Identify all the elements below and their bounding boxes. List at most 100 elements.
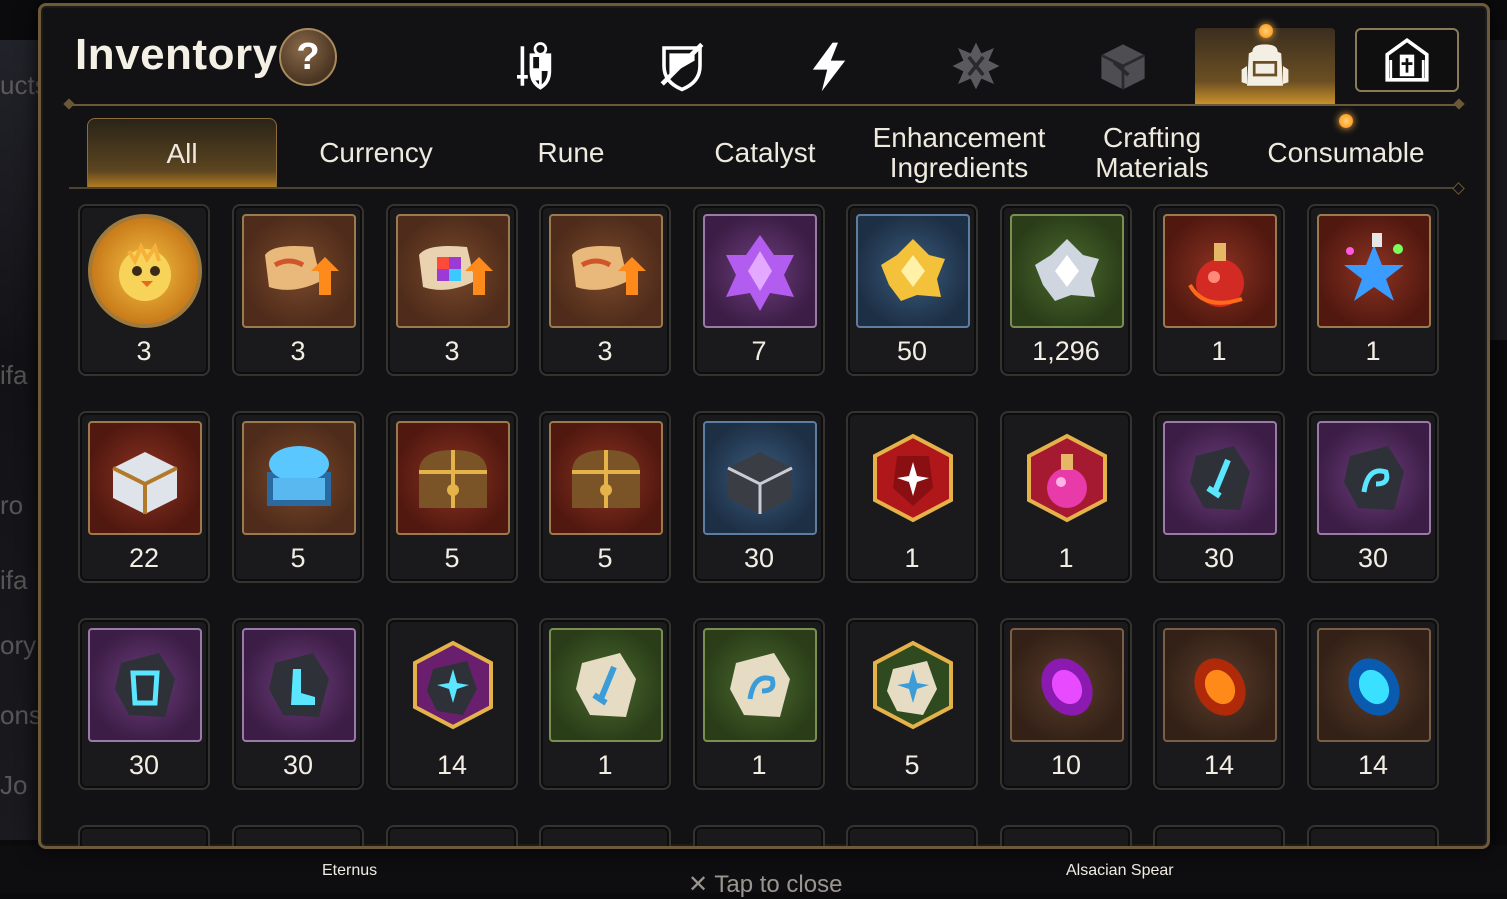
subtab-enhancement-ingredients[interactable]: Enhancement Ingredients (863, 118, 1055, 188)
inventory-slot[interactable]: 3 (78, 204, 210, 376)
inventory-slot[interactable]: 14 (386, 618, 518, 790)
item-count: 30 (743, 543, 775, 573)
castle-icon (1385, 37, 1429, 82)
blue-chest-icon (242, 421, 356, 535)
lightning-icon (812, 42, 846, 92)
background-right-edge (1487, 40, 1507, 340)
silver-crystal-icon (1010, 214, 1124, 328)
item-count: 10 (1050, 750, 1082, 780)
gold-chest-icon (396, 421, 510, 535)
inventory-slot[interactable]: 22 (78, 411, 210, 583)
inventory-slot-partial[interactable] (846, 825, 978, 846)
item-count: 14 (1203, 750, 1235, 780)
stone-sword-rune-icon (549, 628, 663, 742)
tab-divider (69, 104, 1459, 106)
subtab-crafting-materials[interactable]: Crafting Materials (1057, 118, 1247, 188)
help-button[interactable]: ? (279, 28, 337, 86)
inventory-slot[interactable]: 14 (1153, 618, 1285, 790)
scroll-upgrade-icon (549, 214, 663, 328)
item-count: 3 (290, 336, 306, 366)
tab-inventory[interactable] (1195, 28, 1335, 104)
inventory-slot-partial[interactable] (539, 825, 671, 846)
inventory-slot[interactable]: 10 (1000, 618, 1132, 790)
item-count: 5 (290, 543, 306, 573)
inventory-slot-partial[interactable] (1307, 825, 1439, 846)
purple-gem-icon (1010, 628, 1124, 742)
inventory-slot-partial[interactable] (386, 825, 518, 846)
item-count: 22 (128, 543, 160, 573)
item-count: 50 (896, 336, 928, 366)
spiral-rune-icon (1317, 421, 1431, 535)
tab-specialty[interactable] (906, 28, 1046, 104)
inventory-slot-partial[interactable] (1000, 825, 1132, 846)
subtab-all[interactable]: All (87, 118, 277, 188)
inventory-slot[interactable]: 7 (693, 204, 825, 376)
inventory-slot-partial[interactable] (693, 825, 825, 846)
item-count: 30 (1357, 543, 1389, 573)
red-rune-hex-icon (856, 421, 970, 535)
inventory-slot[interactable]: 30 (78, 618, 210, 790)
tap-to-close-hint[interactable]: ✕ Tap to close (688, 870, 842, 899)
chick-medal-icon (88, 214, 202, 328)
item-count: 1 (1365, 336, 1381, 366)
inventory-slot[interactable]: 50 (846, 204, 978, 376)
inventory-slot[interactable]: 3 (539, 204, 671, 376)
inventory-slot-partial[interactable] (1153, 825, 1285, 846)
subtab-consumable[interactable]: Consumable (1251, 118, 1441, 188)
rainbow-scroll-upgrade-icon (396, 214, 510, 328)
inventory-slot[interactable]: 30 (693, 411, 825, 583)
purple-crystal-icon (703, 214, 817, 328)
inventory-slot[interactable]: 5 (846, 618, 978, 790)
inventory-panel: Inventory ? All Currency Rune Catalyst E… (38, 3, 1490, 849)
subtab-currency[interactable]: Currency (281, 118, 471, 188)
inventory-slot[interactable]: 1 (1000, 411, 1132, 583)
inventory-slot[interactable]: 30 (1153, 411, 1285, 583)
star-rune-hex-icon (396, 628, 510, 742)
item-count: 3 (597, 336, 613, 366)
tab-skills[interactable] (759, 28, 899, 104)
orange-gem-icon (1163, 628, 1277, 742)
background-label-spear: Alsacian Spear (1066, 862, 1174, 879)
inventory-slot-partial[interactable] (232, 825, 364, 846)
tab-artifacts[interactable] (612, 28, 752, 104)
item-count: 30 (1203, 543, 1235, 573)
inventory-slot[interactable]: 1 (693, 618, 825, 790)
blue-gem-icon (1317, 628, 1431, 742)
background-label-eternus: Eternus (322, 862, 378, 879)
page-title: Inventory (75, 30, 278, 79)
item-count: 1 (1058, 543, 1074, 573)
item-count: 1 (904, 543, 920, 573)
item-count: 14 (436, 750, 468, 780)
inventory-slot[interactable]: 1 (846, 411, 978, 583)
inventory-slot[interactable]: 1,296 (1000, 204, 1132, 376)
inventory-slot[interactable]: 30 (1307, 411, 1439, 583)
tab-storage[interactable] (1355, 28, 1459, 92)
inventory-slot[interactable]: 14 (1307, 618, 1439, 790)
inventory-slot[interactable]: 30 (232, 618, 364, 790)
inventory-slot[interactable]: 3 (386, 204, 518, 376)
broken-shield-icon (660, 42, 704, 92)
inventory-slot[interactable]: 5 (386, 411, 518, 583)
gold-crystal-icon (856, 214, 970, 328)
stone-star-rune-hex-icon (856, 628, 970, 742)
tab-heroes[interactable] (465, 28, 605, 104)
inventory-slot[interactable]: 1 (1307, 204, 1439, 376)
item-count: 5 (597, 543, 613, 573)
item-count: 7 (751, 336, 767, 366)
inventory-slot[interactable]: 1 (539, 618, 671, 790)
subtab-rune[interactable]: Rune (476, 118, 666, 188)
tab-materials[interactable] (1053, 28, 1193, 104)
red-potion-icon (1163, 214, 1277, 328)
item-count: 1,296 (1032, 336, 1100, 366)
item-count: 3 (444, 336, 460, 366)
item-count: 5 (444, 543, 460, 573)
inventory-slot[interactable]: 3 (232, 204, 364, 376)
subtab-catalyst[interactable]: Catalyst (670, 118, 860, 188)
inventory-slot[interactable]: 5 (232, 411, 364, 583)
inventory-slot[interactable]: 5 (539, 411, 671, 583)
inventory-slot[interactable]: 1 (1153, 204, 1285, 376)
sword-rune-icon (1163, 421, 1277, 535)
consumable-notification-dot (1339, 114, 1353, 128)
inventory-slot-partial[interactable] (78, 825, 210, 846)
item-count: 14 (1357, 750, 1389, 780)
